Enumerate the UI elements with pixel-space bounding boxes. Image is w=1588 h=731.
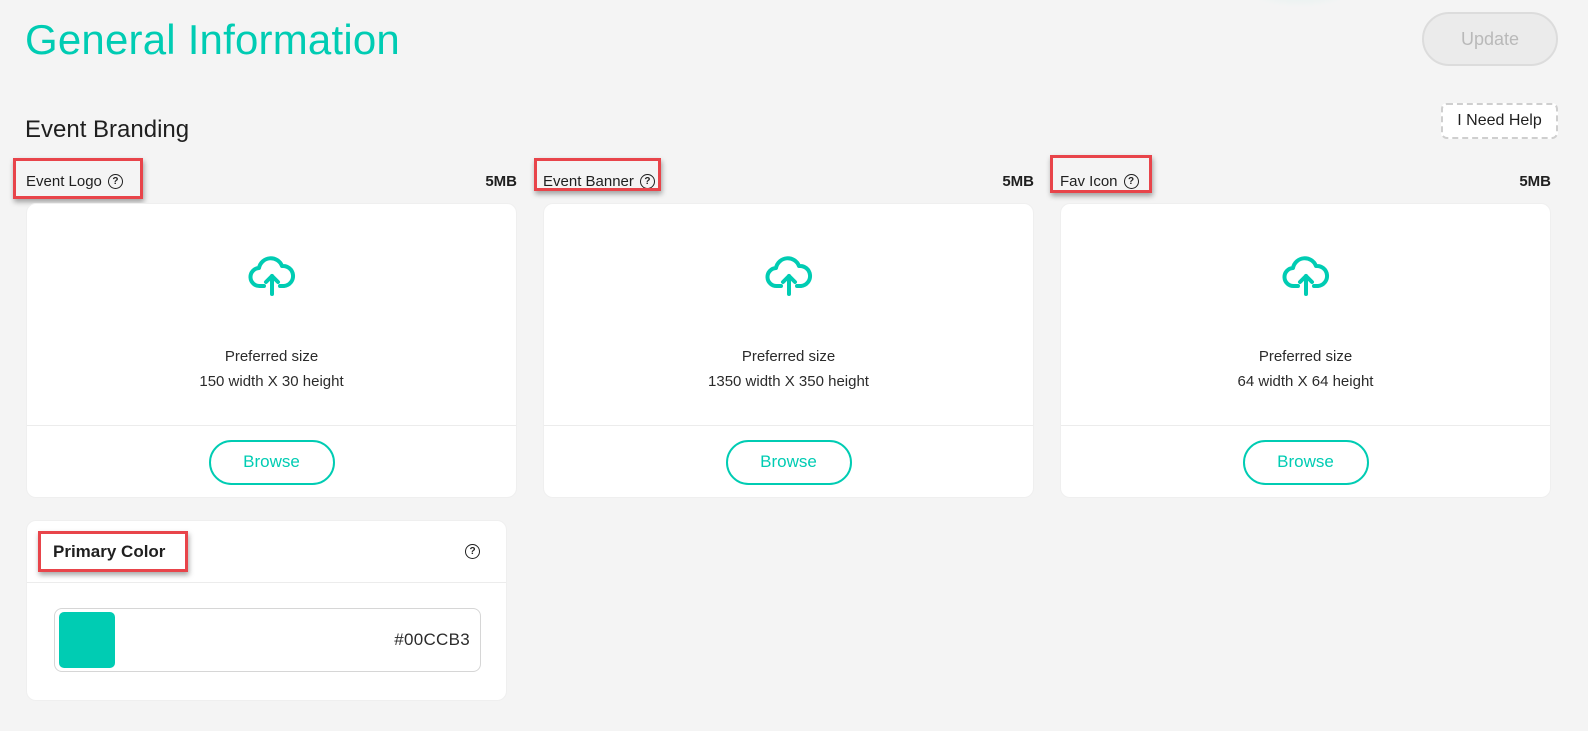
update-button[interactable]: Update xyxy=(1422,12,1558,66)
upload-event-banner: Event Banner ? 5MB Preferred size 1350 w… xyxy=(534,158,1034,498)
upload-header: Fav Icon ? 5MB xyxy=(1050,155,1551,203)
page-title: General Information xyxy=(25,16,400,63)
size-limit: 5MB xyxy=(485,173,517,190)
color-hex-value: #00CCB3 xyxy=(394,630,470,649)
upload-dropzone[interactable]: Preferred size 150 width X 30 height Bro… xyxy=(26,203,517,498)
primary-color-header: Primary Color ? xyxy=(27,521,506,583)
preferred-size-label: Preferred size xyxy=(1258,348,1353,365)
section-title-event-branding: Event Branding xyxy=(25,116,190,143)
preferred-size-dimensions: 150 width X 30 height xyxy=(199,373,344,390)
upload-event-logo: Event Logo ? 5MB Preferred size 150 widt… xyxy=(13,158,517,498)
need-help-button[interactable]: I Need Help xyxy=(1441,103,1558,139)
upload-dropzone[interactable]: Preferred size 1350 width X 350 height B… xyxy=(543,203,1034,498)
upload-body: Preferred size 64 width X 64 height xyxy=(1061,204,1550,426)
upload-footer: Browse xyxy=(27,426,516,498)
primary-color-input[interactable]: #00CCB3 xyxy=(54,608,481,672)
browse-button-fav-icon[interactable]: Browse xyxy=(1242,439,1369,485)
field-label: Event Logo ? xyxy=(13,158,143,199)
size-limit: 5MB xyxy=(1519,173,1551,190)
question-circle-icon[interactable]: ? xyxy=(107,174,123,189)
cloud-upload-icon xyxy=(248,256,295,296)
upload-header: Event Logo ? 5MB xyxy=(13,158,517,203)
upload-body: Preferred size 1350 width X 350 height xyxy=(544,204,1033,426)
browse-button-event-banner[interactable]: Browse xyxy=(725,439,852,485)
field-label: Event Banner ? xyxy=(534,158,661,191)
preferred-size-dimensions: 1350 width X 350 height xyxy=(708,373,869,390)
question-circle-icon[interactable]: ? xyxy=(465,544,480,559)
upload-fav-icon: Fav Icon ? 5MB Preferred size 64 width X… xyxy=(1050,155,1551,498)
preferred-size-label: Preferred size xyxy=(224,348,319,365)
preferred-size-dimensions: 64 width X 64 height xyxy=(1237,373,1374,390)
cloud-upload-icon xyxy=(765,256,812,296)
browse-button-event-logo[interactable]: Browse xyxy=(208,439,335,485)
decorative-glow xyxy=(1240,0,1360,8)
size-limit: 5MB xyxy=(1002,173,1034,190)
upload-footer: Browse xyxy=(544,426,1033,498)
primary-color-card: Primary Color ? #00CCB3 xyxy=(26,520,507,701)
color-swatch[interactable] xyxy=(59,612,115,668)
question-circle-icon[interactable]: ? xyxy=(639,174,655,189)
field-label-text: Fav Icon xyxy=(1060,173,1118,190)
cloud-upload-icon xyxy=(1282,256,1329,296)
upload-footer: Browse xyxy=(1061,426,1550,498)
field-label-text: Event Logo xyxy=(26,173,102,190)
upload-body: Preferred size 150 width X 30 height xyxy=(27,204,516,426)
preferred-size-label: Preferred size xyxy=(741,348,836,365)
primary-color-title: Primary Color xyxy=(53,541,166,561)
upload-dropzone[interactable]: Preferred size 64 width X 64 height Brow… xyxy=(1060,203,1551,498)
preferred-size-text: Preferred size 1350 width X 350 height xyxy=(708,344,869,394)
field-label-text: Event Banner xyxy=(543,173,634,190)
question-circle-icon[interactable]: ? xyxy=(1123,174,1139,189)
preferred-size-text: Preferred size 150 width X 30 height xyxy=(199,344,343,394)
preferred-size-text: Preferred size 64 width X 64 height xyxy=(1238,344,1374,394)
upload-header: Event Banner ? 5MB xyxy=(534,158,1034,203)
field-label: Fav Icon ? xyxy=(1050,155,1152,193)
